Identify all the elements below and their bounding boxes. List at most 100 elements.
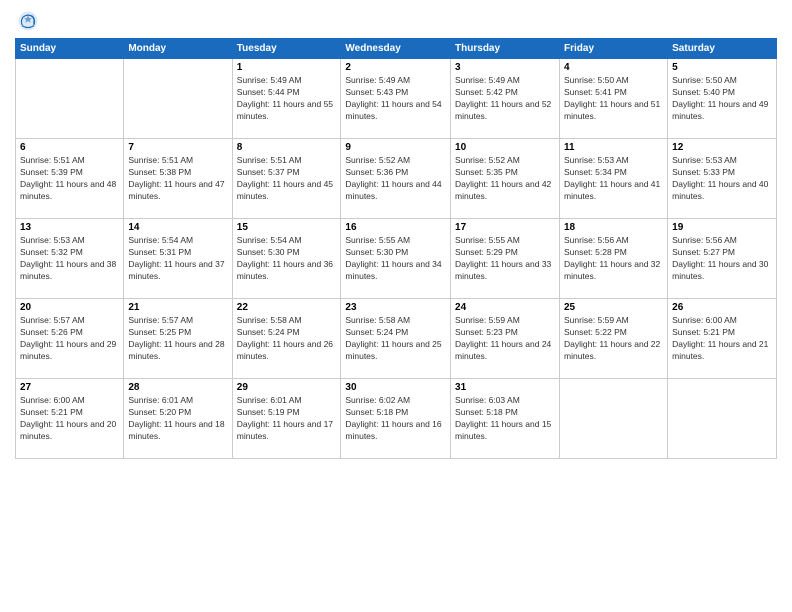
weekday-header-sunday: Sunday [16,39,124,59]
day-info: Sunrise: 6:01 AMSunset: 5:19 PMDaylight:… [237,395,337,443]
week-row-3: 13Sunrise: 5:53 AMSunset: 5:32 PMDayligh… [16,219,777,299]
calendar-cell: 14Sunrise: 5:54 AMSunset: 5:31 PMDayligh… [124,219,232,299]
day-number: 8 [237,142,337,153]
calendar-cell: 18 Sunrise: 5:56 AMSunset: 5:28 PMDayligh… [560,219,668,299]
day-info: Sunrise: 5:52 AMSunset: 5:35 PMDaylight:… [455,155,555,203]
calendar-cell: 28Sunrise: 6:01 AMSunset: 5:20 PMDayligh… [124,379,232,459]
calendar-cell: 13Sunrise: 5:53 AMSunset: 5:32 PMDayligh… [16,219,124,299]
week-row-4: 20 Sunrise: 5:57 AMSunset: 5:26 PMDayligh… [16,299,777,379]
day-info: Sunrise: 5:57 AMSunset: 5:25 PMDaylight:… [128,315,227,363]
day-number: 10 [455,142,555,153]
calendar-cell: 19 Sunrise: 5:56 AMSunset: 5:27 PMDayligh… [668,219,777,299]
day-info: Sunrise: 5:56 AMSunset: 5:27 PMDaylight:… [672,235,772,283]
day-number: 17 [455,222,555,233]
week-row-2: 6 Sunrise: 5:51 AMSunset: 5:39 PMDaylight… [16,139,777,219]
day-number: 16 [345,222,446,233]
calendar-cell: 7 Sunrise: 5:51 AMSunset: 5:38 PMDaylight… [124,139,232,219]
calendar-cell: 26Sunrise: 6:00 AMSunset: 5:21 PMDayligh… [668,299,777,379]
calendar-cell: 23 Sunrise: 5:58 AMSunset: 5:24 PMDayligh… [341,299,451,379]
calendar-cell: 11 Sunrise: 5:53 AMSunset: 5:34 PMDayligh… [560,139,668,219]
calendar-cell: 21 Sunrise: 5:57 AMSunset: 5:25 PMDayligh… [124,299,232,379]
day-number: 24 [455,302,555,313]
weekday-header-monday: Monday [124,39,232,59]
calendar-cell [16,59,124,139]
day-info: Sunrise: 6:02 AMSunset: 5:18 PMDaylight:… [345,395,446,443]
weekday-header-row: SundayMondayTuesdayWednesdayThursdayFrid… [16,39,777,59]
week-row-1: 1 Sunrise: 5:49 AMSunset: 5:44 PMDaylight… [16,59,777,139]
calendar-cell: 24Sunrise: 5:59 AMSunset: 5:23 PMDayligh… [451,299,560,379]
day-number: 11 [564,142,663,153]
day-number: 18 [564,222,663,233]
calendar-cell: 2 Sunrise: 5:49 AMSunset: 5:43 PMDaylight… [341,59,451,139]
day-number: 12 [672,142,772,153]
calendar-cell: 16 Sunrise: 5:55 AMSunset: 5:30 PMDayligh… [341,219,451,299]
day-number: 29 [237,382,337,393]
weekday-header-thursday: Thursday [451,39,560,59]
day-info: Sunrise: 5:55 AMSunset: 5:30 PMDaylight:… [345,235,446,283]
day-info: Sunrise: 5:56 AMSunset: 5:28 PMDaylight:… [564,235,663,283]
weekday-header-saturday: Saturday [668,39,777,59]
calendar-cell: 31Sunrise: 6:03 AMSunset: 5:18 PMDayligh… [451,379,560,459]
calendar-cell: 12 Sunrise: 5:53 AMSunset: 5:33 PMDayligh… [668,139,777,219]
calendar-cell: 3 Sunrise: 5:49 AMSunset: 5:42 PMDaylight… [451,59,560,139]
day-info: Sunrise: 5:58 AMSunset: 5:24 PMDaylight:… [237,315,337,363]
day-info: Sunrise: 5:51 AMSunset: 5:38 PMDaylight:… [128,155,227,203]
day-info: Sunrise: 6:00 AMSunset: 5:21 PMDaylight:… [20,395,119,443]
day-number: 1 [237,62,337,73]
day-number: 20 [20,302,119,313]
calendar-cell: 27Sunrise: 6:00 AMSunset: 5:21 PMDayligh… [16,379,124,459]
day-number: 21 [128,302,227,313]
weekday-header-wednesday: Wednesday [341,39,451,59]
header [15,10,777,32]
weekday-header-tuesday: Tuesday [232,39,341,59]
day-number: 19 [672,222,772,233]
day-info: Sunrise: 5:54 AMSunset: 5:30 PMDaylight:… [237,235,337,283]
calendar-cell: 25 Sunrise: 5:59 AMSunset: 5:22 PMDayligh… [560,299,668,379]
calendar-page: SundayMondayTuesdayWednesdayThursdayFrid… [0,0,792,612]
calendar-cell: 9 Sunrise: 5:52 AMSunset: 5:36 PMDaylight… [341,139,451,219]
day-number: 4 [564,62,663,73]
day-info: Sunrise: 5:53 AMSunset: 5:34 PMDaylight:… [564,155,663,203]
day-info: Sunrise: 5:49 AMSunset: 5:43 PMDaylight:… [345,75,446,123]
day-number: 31 [455,382,555,393]
day-info: Sunrise: 5:57 AMSunset: 5:26 PMDaylight:… [20,315,119,363]
day-info: Sunrise: 5:51 AMSunset: 5:39 PMDaylight:… [20,155,119,203]
week-row-5: 27Sunrise: 6:00 AMSunset: 5:21 PMDayligh… [16,379,777,459]
day-info: Sunrise: 6:01 AMSunset: 5:20 PMDaylight:… [128,395,227,443]
day-info: Sunrise: 5:50 AMSunset: 5:40 PMDaylight:… [672,75,772,123]
day-number: 25 [564,302,663,313]
day-number: 5 [672,62,772,73]
day-info: Sunrise: 5:53 AMSunset: 5:33 PMDaylight:… [672,155,772,203]
day-number: 9 [345,142,446,153]
day-info: Sunrise: 5:54 AMSunset: 5:31 PMDaylight:… [128,235,227,283]
day-info: Sunrise: 5:59 AMSunset: 5:22 PMDaylight:… [564,315,663,363]
day-number: 23 [345,302,446,313]
calendar-cell: 6 Sunrise: 5:51 AMSunset: 5:39 PMDaylight… [16,139,124,219]
calendar-cell: 4Sunrise: 5:50 AMSunset: 5:41 PMDaylight… [560,59,668,139]
day-info: Sunrise: 5:49 AMSunset: 5:42 PMDaylight:… [455,75,555,123]
logo [15,10,39,32]
day-number: 3 [455,62,555,73]
day-number: 7 [128,142,227,153]
day-number: 30 [345,382,446,393]
calendar-cell [668,379,777,459]
calendar-cell: 5 Sunrise: 5:50 AMSunset: 5:40 PMDaylight… [668,59,777,139]
calendar-cell: 15 Sunrise: 5:54 AMSunset: 5:30 PMDayligh… [232,219,341,299]
day-info: Sunrise: 5:51 AMSunset: 5:37 PMDaylight:… [237,155,337,203]
weekday-header-friday: Friday [560,39,668,59]
logo-icon [17,10,39,32]
day-number: 2 [345,62,446,73]
day-info: Sunrise: 5:58 AMSunset: 5:24 PMDaylight:… [345,315,446,363]
day-info: Sunrise: 5:53 AMSunset: 5:32 PMDaylight:… [20,235,119,283]
calendar-cell: 30 Sunrise: 6:02 AMSunset: 5:18 PMDayligh… [341,379,451,459]
calendar-cell: 10 Sunrise: 5:52 AMSunset: 5:35 PMDayligh… [451,139,560,219]
calendar-cell: 17Sunrise: 5:55 AMSunset: 5:29 PMDayligh… [451,219,560,299]
calendar-cell: 1 Sunrise: 5:49 AMSunset: 5:44 PMDaylight… [232,59,341,139]
day-number: 6 [20,142,119,153]
day-info: Sunrise: 5:52 AMSunset: 5:36 PMDaylight:… [345,155,446,203]
day-number: 15 [237,222,337,233]
day-number: 26 [672,302,772,313]
calendar-cell: 29 Sunrise: 6:01 AMSunset: 5:19 PMDayligh… [232,379,341,459]
day-info: Sunrise: 5:49 AMSunset: 5:44 PMDaylight:… [237,75,337,123]
calendar-cell [124,59,232,139]
